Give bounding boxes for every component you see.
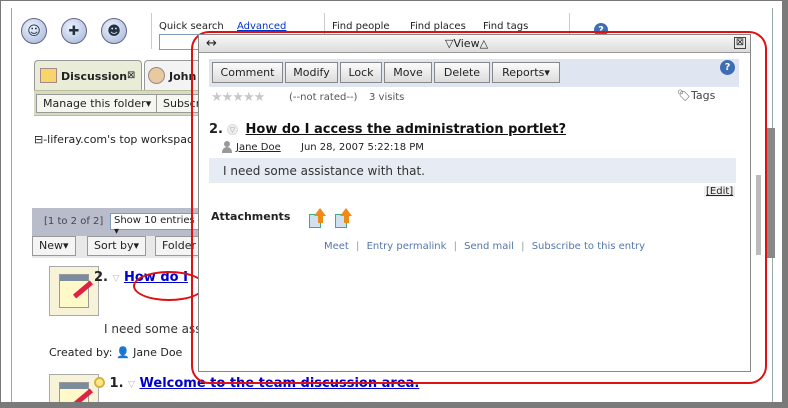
- subscribe-link[interactable]: Subscribe to this entry: [532, 241, 645, 252]
- visits-count: 3 visits: [369, 92, 405, 103]
- notepad-icon: [49, 266, 99, 316]
- user-icon: [221, 141, 232, 153]
- sort-by-button[interactable]: Sort by▾: [87, 236, 147, 256]
- message-number: 1.: [109, 376, 124, 391]
- reports-button[interactable]: Reports▾: [492, 62, 560, 83]
- tab-label: Discussion: [61, 70, 128, 83]
- folder-icon: [40, 68, 57, 83]
- lock-button[interactable]: Lock: [340, 62, 382, 83]
- popup-titlebar[interactable]: ↔ ▽View△ ⊠: [199, 35, 750, 53]
- modify-button[interactable]: Modify: [285, 62, 338, 83]
- attachment-icon[interactable]: [309, 208, 327, 229]
- entry-title: 2. ▽ How do I access the administration …: [209, 122, 566, 137]
- user-icon: 👤: [115, 346, 130, 359]
- screenshot-frame: ☺ ✚ ☻ Quick search Advanced Find people …: [0, 0, 788, 408]
- created-by-label: Created by:: [49, 346, 113, 359]
- meet-link[interactable]: Meet: [324, 241, 349, 252]
- listing-bar: [1 to 2 of 2] Show 10 entries ▾: [32, 208, 212, 237]
- attachments-label: Attachments: [211, 210, 291, 223]
- entry-title-link[interactable]: How do I access the administration portl…: [246, 122, 567, 137]
- link-separator: |: [453, 241, 457, 252]
- close-icon[interactable]: ⊠: [734, 37, 746, 49]
- entry-number: 2.: [209, 122, 223, 137]
- pager-text: [1 to 2 of 2]: [44, 216, 104, 227]
- rating-text: (--not rated--): [289, 92, 358, 103]
- attachment-icon[interactable]: [335, 208, 353, 229]
- message-body: I need some assi: [104, 322, 205, 336]
- star-icon[interactable]: ★★★★★: [211, 90, 265, 105]
- chevron-down-icon: ▽: [112, 274, 120, 284]
- entry-body-text: I need some assistance with that.: [223, 164, 425, 178]
- person-icon[interactable]: ☺: [21, 18, 47, 44]
- help-icon[interactable]: ?: [720, 60, 735, 75]
- people-icon[interactable]: ☻: [101, 18, 127, 44]
- delete-button[interactable]: Delete: [434, 62, 490, 83]
- chevron-down-icon: ▽: [128, 380, 135, 390]
- link-separator: |: [356, 241, 360, 252]
- resize-icon[interactable]: ↔: [206, 36, 217, 51]
- tab-discussion[interactable]: Discussion ⊠: [34, 60, 142, 90]
- close-icon[interactable]: ⊠: [127, 70, 135, 81]
- move-button[interactable]: Move: [384, 62, 432, 83]
- link-separator: |: [521, 241, 525, 252]
- send-mail-link[interactable]: Send mail: [464, 241, 514, 252]
- manage-folder-button[interactable]: Manage this folder▾: [36, 94, 159, 113]
- permalink-link[interactable]: Entry permalink: [367, 241, 447, 252]
- new-button[interactable]: New▾: [32, 236, 76, 256]
- workspace-tree-item[interactable]: ⊟-liferay.com's top workspac: [34, 133, 193, 146]
- avatar: [148, 67, 165, 84]
- show-entries-select[interactable]: Show 10 entries ▾: [110, 213, 202, 237]
- message-number: 2.: [94, 270, 108, 285]
- author-name[interactable]: Jane Doe: [133, 346, 182, 359]
- author-link[interactable]: Jane Doe: [236, 142, 281, 153]
- entry-toolbar: Comment Modify Lock Move Delete Reports▾: [209, 59, 739, 87]
- entry-links: Meet | Entry permalink | Send mail | Sub…: [324, 241, 645, 252]
- tags-button[interactable]: 🏷Tags: [677, 89, 715, 102]
- chevron-down-icon[interactable]: ▽: [227, 124, 238, 135]
- edit-link[interactable]: [Edit]: [704, 186, 736, 197]
- scrollbar[interactable]: [767, 128, 775, 258]
- notepad-icon: [49, 374, 99, 402]
- scrollbar[interactable]: [756, 175, 761, 255]
- entry-body: I need some assistance with that.: [209, 158, 736, 183]
- compass-icon[interactable]: ✚: [61, 18, 87, 44]
- popup-title: ▽View△: [445, 37, 489, 50]
- folder-toolbar: Manage this folder▾ Subscr: [34, 90, 214, 116]
- entry-date: Jun 28, 2007 5:22:18 PM: [301, 142, 424, 153]
- comment-button[interactable]: Comment: [212, 62, 283, 83]
- divider: [151, 13, 152, 49]
- new-badge-icon: [94, 377, 105, 388]
- view-popup: ↔ ▽View△ ⊠ Comment Modify Lock Move Dele…: [198, 34, 761, 372]
- listing-actions: New▾ Sort by▾ Folder: [32, 236, 212, 258]
